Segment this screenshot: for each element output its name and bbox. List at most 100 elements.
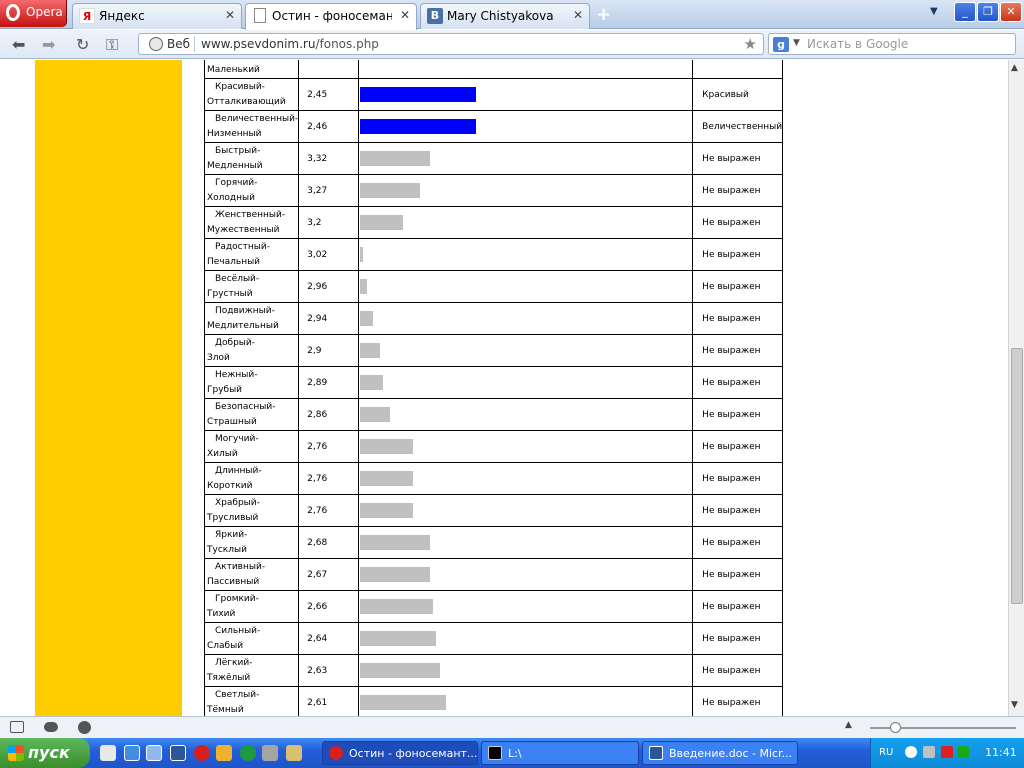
tab-yandex[interactable]: Я Яндекс ✕ (72, 3, 242, 29)
network-icon[interactable] (923, 746, 935, 758)
bookmark-star-icon[interactable]: ★ (744, 35, 757, 53)
score-bar (360, 247, 364, 262)
task-label: L:\ (508, 747, 522, 760)
key-icon[interactable]: ⚿ (106, 35, 118, 55)
task-word[interactable]: Введение.doc - Micr... (642, 741, 798, 765)
desktop-icon[interactable] (146, 745, 162, 761)
tools-icon[interactable] (286, 745, 302, 761)
score-bar (360, 183, 421, 198)
scale-pair-line1: Храбрый- (215, 497, 260, 508)
window-close-icon[interactable]: ✕ (1000, 2, 1022, 22)
bar-cell (358, 270, 694, 303)
taskbar: пуск Остин - фоносемант... L:\ Введение.… (0, 738, 1024, 768)
scroll-up-icon[interactable]: ▲ (1011, 63, 1018, 73)
task-console[interactable]: L:\ (481, 741, 639, 765)
task-opera[interactable]: Остин - фоносемант... (322, 741, 478, 765)
scrollbar-thumb[interactable] (1011, 348, 1023, 604)
result-cell: Не выражен (692, 654, 784, 687)
bar-cell (358, 590, 694, 623)
zoom-slider-handle[interactable] (890, 722, 901, 733)
opera-icon[interactable] (194, 745, 210, 761)
word-icon[interactable] (170, 745, 186, 761)
result-text: Не выражен (702, 345, 761, 356)
tray-status-icon[interactable] (957, 746, 969, 758)
result-text: Не выражен (702, 505, 761, 516)
yandex-icon: Я (79, 8, 95, 24)
scale-pair-line2: Мужественный (207, 224, 280, 235)
utorrent-icon[interactable] (240, 745, 256, 761)
scale-pair-cell: Нежный- Грубый (203, 366, 300, 399)
tab-menu-chevron-down-icon[interactable]: ▼ (930, 6, 938, 17)
scale-pair-cell: Лёгкий- Тяжёлый (203, 654, 300, 687)
scale-pair-cell: Сильный- Слабый (203, 622, 300, 655)
back-arrow-icon[interactable]: ⬅ (12, 35, 25, 54)
bar-cell (358, 334, 694, 367)
bar-cell (358, 366, 694, 399)
table-row: Храбрый- Трусливый 2,76 Не выражен (203, 494, 784, 527)
result-text: Не выражен (702, 441, 761, 452)
scale-value: 2,68 (307, 537, 328, 548)
scale-pair-cell: Активный- Пассивный (203, 558, 300, 591)
score-bar (360, 695, 447, 710)
scroll-down-icon[interactable]: ▼ (1011, 700, 1018, 710)
folder-icon[interactable] (216, 745, 232, 761)
scale-value: 2,45 (307, 89, 328, 100)
word-icon (649, 746, 663, 760)
tab-vk[interactable]: B Mary Chistyakova ✕ (420, 3, 590, 29)
globe-icon (149, 37, 163, 51)
media-player-icon[interactable] (100, 745, 116, 761)
bar-cell (358, 60, 694, 79)
table-row: Безопасный- Страшный 2,86 Не выражен (203, 398, 784, 431)
value-cell: 2,76 (298, 462, 360, 495)
cloud-icon[interactable] (44, 722, 58, 732)
result-text: Величественный (702, 121, 783, 132)
scale-pair-line2: Трусливый (207, 512, 259, 523)
scale-pair-line2: Медлительный (207, 320, 279, 331)
notepad-icon[interactable] (262, 745, 278, 761)
value-cell: 2,94 (298, 302, 360, 335)
reload-icon[interactable]: ↻ (76, 35, 89, 54)
start-button[interactable]: пуск (0, 738, 90, 768)
ie-icon[interactable] (124, 745, 140, 761)
result-text: Не выражен (702, 665, 761, 676)
close-icon[interactable]: ✕ (573, 8, 583, 22)
result-text: Не выражен (702, 249, 761, 260)
opera-icon (329, 746, 343, 760)
scale-value: 2,66 (307, 601, 328, 612)
vk-icon: B (427, 8, 443, 24)
score-bar (360, 503, 414, 518)
scale-pair-line1: Лёгкий- (215, 657, 253, 668)
antivirus-icon[interactable] (941, 746, 953, 758)
table-row: Могучий- Хилый 2,76 Не выражен (203, 430, 784, 463)
scale-value: 2,94 (307, 313, 328, 324)
new-tab-plus-icon[interactable]: + (596, 4, 611, 25)
address-field[interactable]: Веб www.psevdonim.ru/fonos.php ★ (138, 33, 764, 55)
search-field[interactable]: g ▼ Искать в Google (768, 33, 1016, 55)
vertical-scrollbar[interactable]: ▲ ▼ (1008, 60, 1024, 716)
result-cell: Не выражен (692, 526, 784, 559)
opera-menu-button[interactable]: Opera (0, 0, 67, 27)
close-icon[interactable]: ✕ (225, 8, 235, 22)
panel-toggle-icon[interactable] (10, 721, 24, 733)
result-cell: Не выражен (692, 558, 784, 591)
value-cell: 3,32 (298, 142, 360, 175)
close-icon[interactable]: ✕ (400, 8, 410, 22)
table-row: Женственный- Мужественный 3,2 Не выражен (203, 206, 784, 239)
google-icon[interactable]: g (773, 37, 789, 52)
scale-pair-line2: Тяжёлый (207, 672, 251, 683)
speed-dial-gauge-icon[interactable] (78, 721, 91, 734)
restore-icon[interactable]: ❐ (977, 2, 999, 22)
zoom-menu-icon[interactable]: ▲ (845, 720, 852, 730)
search-engine-chevron-down-icon[interactable]: ▼ (793, 38, 800, 48)
table-row: Длинный- Короткий 2,76 Не выражен (203, 462, 784, 495)
minimize-icon[interactable]: _ (954, 2, 976, 22)
result-cell: Не выражен (692, 366, 784, 399)
status-bar: ▲ (0, 716, 1024, 738)
scale-pair-text: Маленький (207, 65, 260, 75)
scale-value: 2,61 (307, 697, 328, 708)
forward-arrow-icon[interactable]: ➡ (42, 35, 55, 54)
tab-fonos[interactable]: Остин - фоносемантиче... ✕ (245, 3, 417, 30)
scale-value: 2,89 (307, 377, 328, 388)
tray-expand-icon[interactable] (905, 746, 917, 758)
language-indicator[interactable]: RU (879, 747, 893, 758)
